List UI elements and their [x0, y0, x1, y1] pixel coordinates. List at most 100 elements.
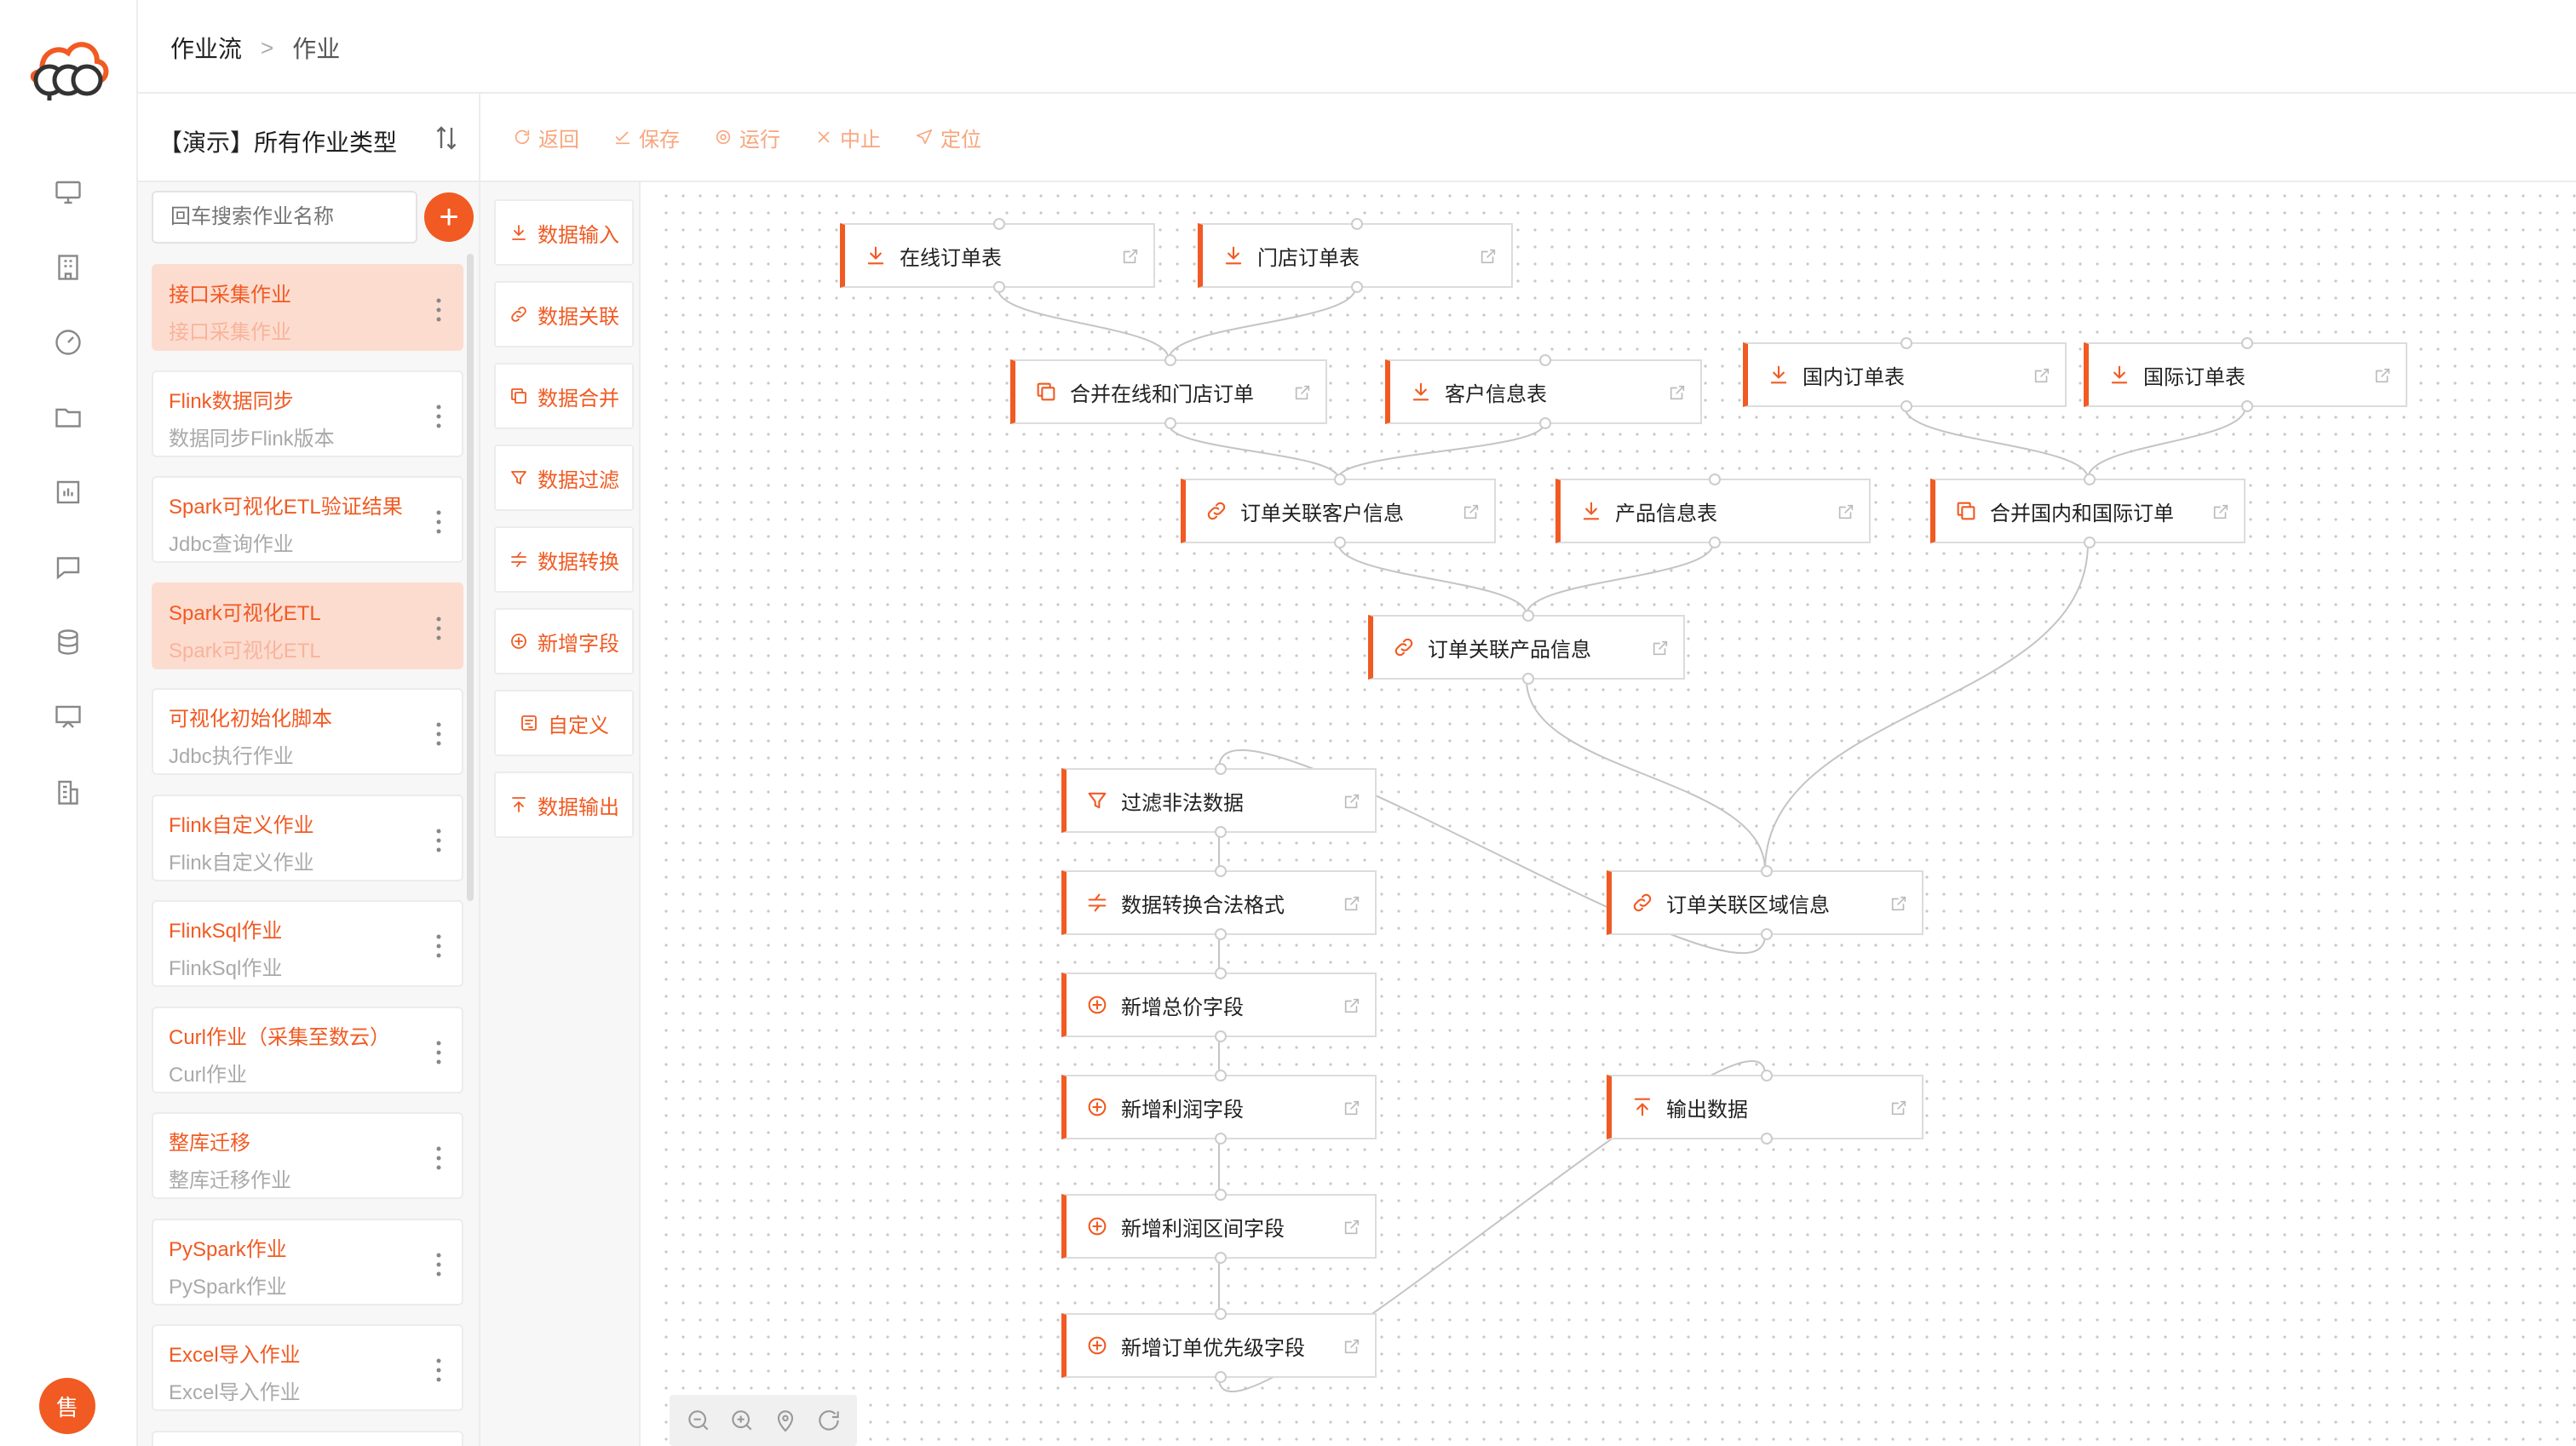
- flow-node[interactable]: 订单关联产品信息: [1368, 610, 1685, 685]
- edit-icon[interactable]: [1343, 792, 1361, 811]
- flow-node[interactable]: 新增利润区间字段: [1061, 1189, 1377, 1264]
- toolbar-button-1[interactable]: 保存: [613, 123, 680, 152]
- flow-node[interactable]: 输出数据: [1607, 1070, 1923, 1145]
- palette-item[interactable]: 数据输出: [494, 772, 634, 838]
- output-port[interactable]: [2084, 537, 2096, 548]
- output-port[interactable]: [1539, 417, 1551, 429]
- more-vertical-icon[interactable]: [436, 617, 441, 640]
- input-port[interactable]: [1522, 610, 1534, 622]
- flow-node[interactable]: 新增总价字段: [1061, 967, 1377, 1042]
- edit-icon[interactable]: [1293, 383, 1312, 402]
- edit-icon[interactable]: [1462, 502, 1481, 521]
- input-port[interactable]: [1215, 1308, 1227, 1320]
- palette-item[interactable]: 数据输入: [494, 199, 634, 266]
- output-port[interactable]: [2241, 400, 2253, 412]
- flow-edge[interactable]: [1526, 542, 1714, 616]
- palette-item[interactable]: 数据过滤: [494, 445, 634, 511]
- job-list-item[interactable]: Excel导入作业 Excel导入作业: [152, 1324, 463, 1411]
- output-port[interactable]: [1522, 673, 1534, 685]
- toolbar-button-0[interactable]: 返回: [513, 123, 579, 152]
- output-port[interactable]: [1351, 281, 1363, 293]
- more-vertical-icon[interactable]: [436, 829, 441, 852]
- edit-icon[interactable]: [1343, 894, 1361, 913]
- zoom-in-icon[interactable]: [728, 1407, 756, 1434]
- sort-icon[interactable]: [431, 123, 462, 153]
- input-port[interactable]: [1164, 354, 1176, 366]
- flow-node[interactable]: 新增订单优先级字段: [1061, 1308, 1377, 1383]
- flow-node[interactable]: 在线订单表: [840, 218, 1155, 293]
- more-vertical-icon[interactable]: [436, 1146, 441, 1170]
- output-port[interactable]: [1215, 1252, 1227, 1264]
- flow-edge[interactable]: [997, 287, 1170, 360]
- edit-icon[interactable]: [1889, 1099, 1908, 1117]
- edit-icon[interactable]: [1343, 1337, 1361, 1356]
- flow-node[interactable]: 订单关联区域信息: [1607, 865, 1923, 940]
- palette-item[interactable]: 数据转换: [494, 526, 634, 593]
- more-vertical-icon[interactable]: [436, 1041, 441, 1064]
- flow-node[interactable]: 数据转换合法格式: [1061, 865, 1377, 940]
- flow-edge[interactable]: [1526, 679, 1766, 871]
- flow-node[interactable]: 过滤非法数据: [1061, 763, 1377, 838]
- flow-edge[interactable]: [2087, 406, 2246, 479]
- output-port[interactable]: [1215, 1371, 1227, 1383]
- palette-item[interactable]: 数据关联: [494, 281, 634, 347]
- more-vertical-icon[interactable]: [436, 405, 441, 428]
- toolbar-button-3[interactable]: 中止: [814, 123, 881, 152]
- output-port[interactable]: [1761, 1133, 1773, 1145]
- palette-item[interactable]: 新增字段: [494, 608, 634, 674]
- input-port[interactable]: [1761, 865, 1773, 877]
- flow-edge[interactable]: [1904, 406, 2089, 479]
- input-port[interactable]: [1215, 1070, 1227, 1082]
- more-vertical-icon[interactable]: [436, 1358, 441, 1382]
- flow-node[interactable]: 产品信息表: [1555, 473, 1871, 548]
- more-vertical-icon[interactable]: [436, 722, 441, 746]
- report-icon[interactable]: [48, 472, 89, 513]
- output-port[interactable]: [993, 281, 1005, 293]
- flow-edge[interactable]: [1168, 287, 1356, 360]
- edit-icon[interactable]: [1343, 1218, 1361, 1237]
- user-avatar[interactable]: 售: [39, 1378, 95, 1434]
- job-list-item[interactable]: Flink数据同步 数据同步Flink版本: [152, 370, 463, 457]
- input-port[interactable]: [1900, 337, 1912, 349]
- more-vertical-icon[interactable]: [436, 934, 441, 958]
- edit-icon[interactable]: [2373, 366, 2392, 385]
- dashboard-icon[interactable]: [48, 322, 89, 363]
- building-icon[interactable]: [48, 247, 89, 288]
- edit-icon[interactable]: [1479, 247, 1498, 266]
- input-port[interactable]: [2241, 337, 2253, 349]
- job-search-input[interactable]: [152, 191, 417, 244]
- input-port[interactable]: [1215, 967, 1227, 979]
- flow-edge[interactable]: [1764, 542, 2089, 871]
- flow-edge[interactable]: [1168, 423, 1339, 479]
- output-port[interactable]: [1215, 1133, 1227, 1145]
- toolbar-button-4[interactable]: 定位: [915, 123, 981, 152]
- edit-icon[interactable]: [2033, 366, 2051, 385]
- flow-edge[interactable]: [1337, 423, 1544, 479]
- input-port[interactable]: [1215, 1189, 1227, 1201]
- output-port[interactable]: [1334, 537, 1346, 548]
- database-icon[interactable]: [48, 622, 89, 663]
- flow-node[interactable]: 合并国内和国际订单: [1930, 473, 2245, 548]
- flow-node[interactable]: 客户信息表: [1385, 354, 1702, 429]
- workflow-canvas[interactable]: 在线订单表 门店订单表 合并在线和门店订单 客户信息表 国内订单表 国际订单表 订单关联客户…: [653, 182, 2576, 1446]
- input-port[interactable]: [1539, 354, 1551, 366]
- edit-icon[interactable]: [1651, 639, 1670, 657]
- edit-icon[interactable]: [1668, 383, 1687, 402]
- input-port[interactable]: [1761, 1070, 1773, 1082]
- more-vertical-icon[interactable]: [436, 298, 441, 322]
- palette-item[interactable]: 自定义: [494, 690, 634, 756]
- edit-icon[interactable]: [2211, 502, 2230, 521]
- job-list-item[interactable]: PySpark作业 PySpark作业: [152, 1218, 463, 1305]
- zoom-out-icon[interactable]: [685, 1407, 712, 1434]
- flow-node[interactable]: 门店订单表: [1198, 218, 1513, 293]
- output-port[interactable]: [1215, 826, 1227, 838]
- flow-node[interactable]: 新增利润字段: [1061, 1070, 1377, 1145]
- breadcrumb-workflow[interactable]: 作业流: [170, 31, 242, 65]
- input-port[interactable]: [1709, 473, 1721, 485]
- edit-icon[interactable]: [1343, 996, 1361, 1015]
- flow-node[interactable]: 国际订单表: [2084, 337, 2407, 412]
- input-port[interactable]: [1215, 763, 1227, 775]
- edit-icon[interactable]: [1837, 502, 1855, 521]
- job-list-item[interactable]: FlinkSql作业 FlinkSql作业: [152, 900, 463, 987]
- job-list-item[interactable]: Curl作业（采集至数云） Curl作业: [152, 1006, 463, 1093]
